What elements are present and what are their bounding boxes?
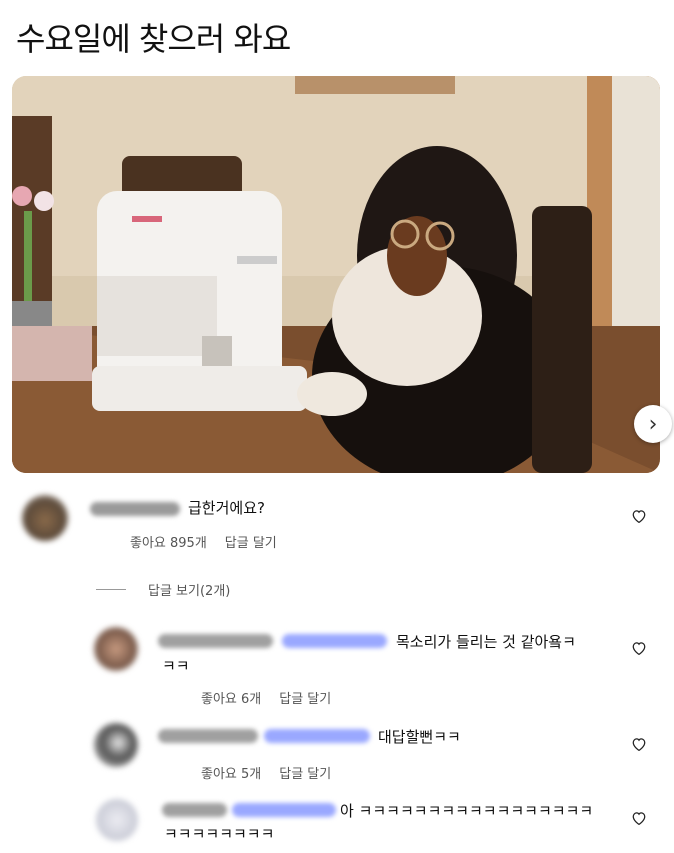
comment-text: 급한거에요?	[188, 499, 265, 517]
mention-blurred[interactable]	[264, 729, 370, 743]
username-blurred[interactable]	[158, 729, 258, 743]
mention-blurred[interactable]	[282, 634, 387, 648]
comment-meta: 좋아요 895개 답글 달기	[130, 532, 295, 551]
username-blurred[interactable]	[90, 502, 180, 516]
post-image[interactable]	[12, 76, 660, 473]
chevron-right-icon: ›	[648, 411, 658, 437]
reply-text-continued: ㅋㅋ	[162, 657, 190, 675]
avatar[interactable]	[22, 495, 68, 541]
like-count[interactable]: 좋아요 6개	[201, 692, 261, 707]
reply-text: 목소리가 들리는 것 같아욬ㅋ	[396, 633, 576, 651]
reply-text: 아 ㅋㅋㅋㅋㅋㅋㅋㅋㅋㅋㅋㅋㅋㅋㅋㅋㅋ	[340, 802, 594, 820]
heart-icon[interactable]	[631, 737, 647, 751]
heart-icon[interactable]	[631, 811, 647, 825]
reply-text-continued: ㅋㅋㅋㅋㅋㅋㅋㅋ	[164, 825, 275, 843]
username-blurred[interactable]	[162, 803, 227, 817]
reply-button[interactable]: 답글 달기	[279, 767, 331, 782]
heart-icon[interactable]	[631, 509, 647, 523]
divider	[96, 589, 126, 590]
username-blurred[interactable]	[158, 634, 273, 648]
view-replies-label: 답글 보기(2개)	[148, 584, 231, 599]
reply-button[interactable]: 답글 달기	[225, 536, 277, 551]
reply-meta: 좋아요 5개 답글 달기	[201, 763, 349, 782]
heart-icon[interactable]	[631, 641, 647, 655]
view-replies-toggle[interactable]: 답글 보기(2개)	[96, 580, 230, 599]
avatar[interactable]	[96, 799, 138, 841]
reply-text: 대답할뻔ㅋㅋ	[378, 728, 461, 746]
post-title: 수요일에 찾으러 와요	[16, 20, 291, 58]
mention-blurred[interactable]	[232, 803, 336, 817]
avatar[interactable]	[94, 627, 138, 671]
reply-button[interactable]: 답글 달기	[279, 692, 331, 707]
next-image-button[interactable]: ›	[634, 405, 672, 443]
reply-meta: 좋아요 6개 답글 달기	[201, 688, 349, 707]
avatar[interactable]	[94, 723, 138, 767]
like-count[interactable]: 좋아요 895개	[130, 536, 207, 551]
like-count[interactable]: 좋아요 5개	[201, 767, 261, 782]
